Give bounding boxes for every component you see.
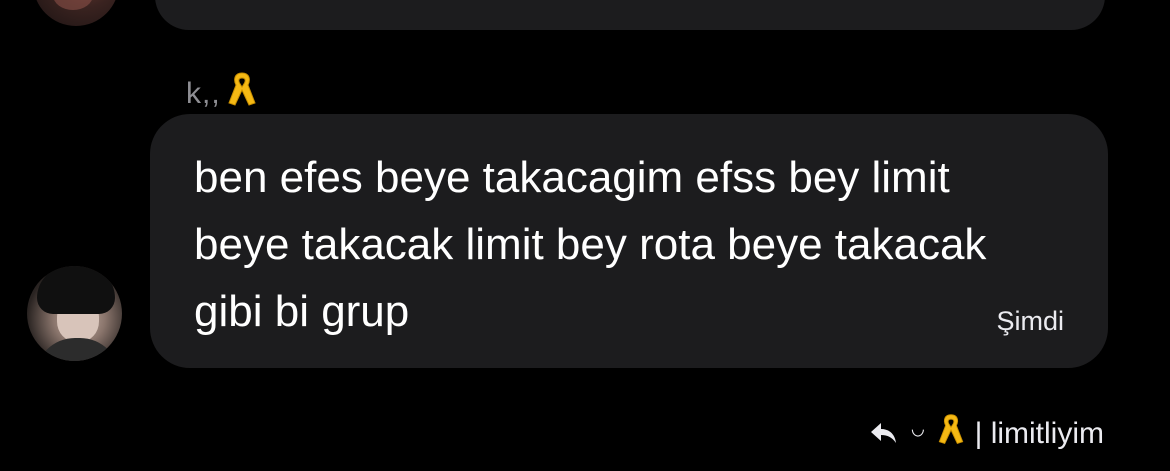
reply-icon[interactable]: [869, 421, 899, 447]
face-emoticon: ꒡: [909, 428, 927, 454]
avatar-hair: [37, 266, 115, 314]
ribbon-icon: [937, 412, 965, 456]
previous-message-bubble[interactable]: [155, 0, 1105, 30]
status-text: | limitliyim: [974, 417, 1104, 450]
sender-name: k,,: [186, 77, 221, 110]
sender-label: k,,: [186, 70, 257, 118]
ribbon-icon: [227, 70, 257, 118]
avatar[interactable]: [27, 266, 122, 361]
reply-status-row[interactable]: ꒡ | limitliyim: [869, 412, 1104, 456]
message-timestamp: Şimdi: [996, 306, 1064, 336]
message-bubble[interactable]: ben efes beye takacagim efss bey limit b…: [150, 114, 1108, 368]
avatar-shirt: [35, 338, 120, 361]
message-text: ben efes beye takacagim efss bey limit b…: [194, 153, 987, 336]
previous-avatar[interactable]: [33, 0, 119, 26]
